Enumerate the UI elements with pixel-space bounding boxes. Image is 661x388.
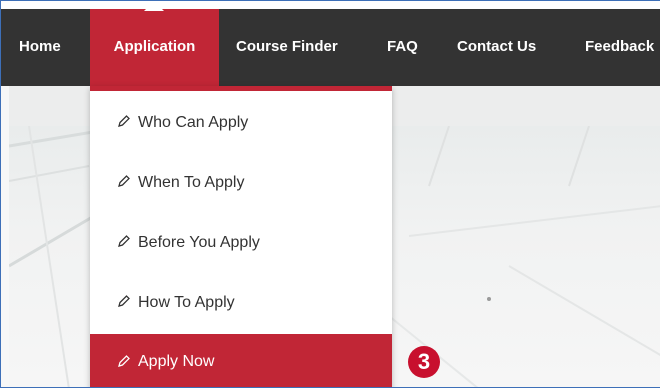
dropdown-accent-line (90, 86, 392, 91)
dropdown-item-who-can-apply[interactable]: Who Can Apply (90, 94, 392, 151)
dropdown-item-when-to-apply[interactable]: When To Apply (90, 154, 392, 211)
screenshot-frame: Home Application Course Finder FAQ Conta… (0, 0, 660, 388)
active-caret-icon (144, 1, 164, 11)
nav-item-application[interactable]: Application (90, 9, 219, 86)
pencil-icon (118, 355, 130, 367)
dropdown-item-label: Apply Now (138, 353, 215, 370)
pencil-icon (118, 175, 130, 187)
step-number-badge: 3 (408, 346, 440, 378)
nav-item-course-finder[interactable]: Course Finder (236, 9, 338, 86)
pencil-icon (118, 295, 130, 307)
dropdown-item-how-to-apply[interactable]: How To Apply (90, 274, 392, 331)
dropdown-item-label: When To Apply (138, 174, 245, 191)
pencil-icon (118, 115, 130, 127)
nav-item-feedback[interactable]: Feedback (585, 9, 654, 86)
top-strip (1, 1, 660, 9)
dropdown-item-label: Who Can Apply (138, 114, 249, 131)
nav-item-faq[interactable]: FAQ (387, 9, 418, 86)
nav-item-contact-us[interactable]: Contact Us (457, 9, 536, 86)
dropdown-item-label: How To Apply (138, 294, 235, 311)
pencil-icon (118, 235, 130, 247)
nav-item-home[interactable]: Home (19, 9, 61, 86)
dropdown-item-apply-now[interactable]: Apply Now (90, 334, 392, 387)
nav-item-application-label: Application (113, 38, 196, 55)
page-left-edge (1, 86, 9, 387)
dropdown-item-before-you-apply[interactable]: Before You Apply (90, 214, 392, 271)
dropdown-item-label: Before You Apply (138, 234, 260, 251)
application-dropdown-menu: Who Can Apply When To Apply Before You A… (90, 86, 392, 387)
